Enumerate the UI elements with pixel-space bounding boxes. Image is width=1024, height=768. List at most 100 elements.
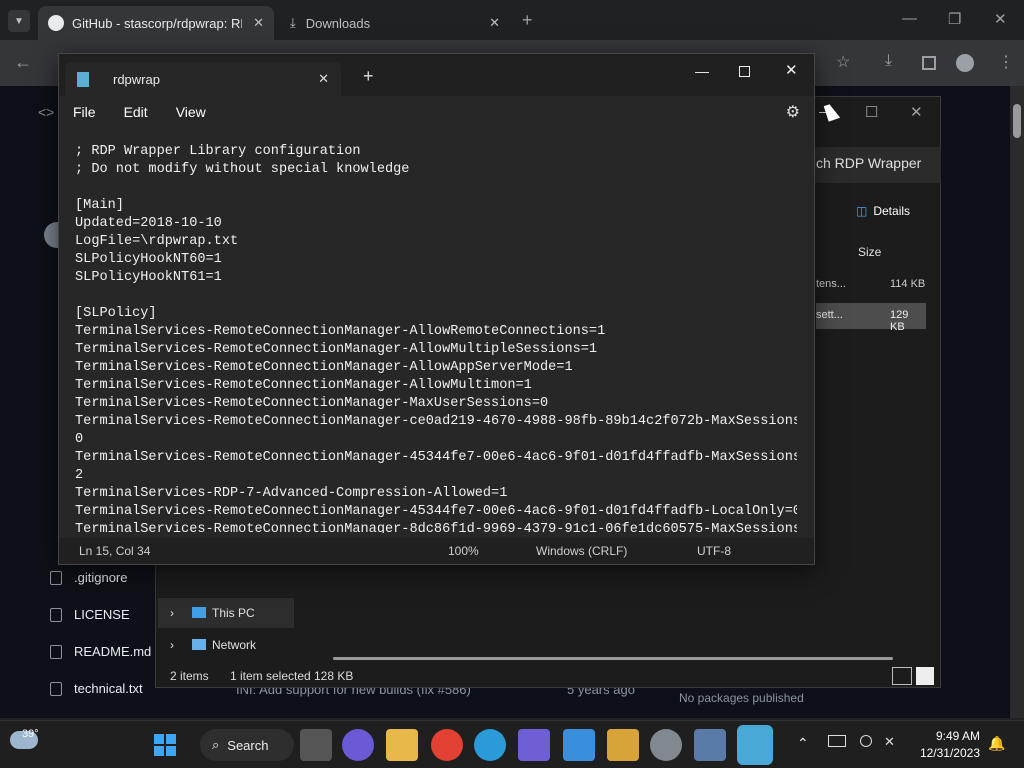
encoding: UTF-8 bbox=[697, 544, 731, 558]
tab-downloads[interactable]: ⤓ Downloads ✕ bbox=[280, 6, 510, 40]
minimize-button[interactable]: — bbox=[695, 63, 709, 79]
notepad-status-bar: Ln 15, Col 34 100% Windows (CRLF) UTF-8 bbox=[59, 538, 814, 564]
network-icon bbox=[192, 639, 206, 650]
profile-icon[interactable] bbox=[956, 54, 974, 72]
notepad-taskbar-icon[interactable] bbox=[737, 725, 773, 765]
menu-edit[interactable]: Edit bbox=[124, 104, 148, 120]
chevron-right-icon: › bbox=[170, 638, 174, 652]
details-label: Details bbox=[873, 204, 911, 218]
tiles-view-icon[interactable] bbox=[916, 667, 934, 685]
edge-icon[interactable] bbox=[474, 729, 506, 761]
line-ending: Windows (CRLF) bbox=[536, 544, 628, 558]
chrome-icon[interactable] bbox=[431, 729, 463, 761]
maximize-button[interactable]: ☐ bbox=[865, 103, 878, 121]
back-icon[interactable]: ← bbox=[14, 52, 32, 73]
search-label: Search bbox=[227, 737, 269, 753]
copilot-icon[interactable] bbox=[518, 729, 550, 761]
notepad-titlebar: rdpwrap ✕ + — ✕ bbox=[59, 54, 814, 96]
taskbar: 39° ⌕ Search ⌃ ✕ 9:49 AM 12/31/2023 🔔 bbox=[0, 720, 1024, 768]
close-icon[interactable]: ✕ bbox=[489, 15, 500, 31]
search-icon: ⌕ bbox=[212, 737, 220, 752]
file-row[interactable]: LICENSE bbox=[50, 607, 130, 622]
file-icon bbox=[50, 607, 62, 622]
wifi-icon[interactable] bbox=[860, 735, 872, 747]
store-icon[interactable] bbox=[607, 729, 639, 761]
network-icon[interactable] bbox=[828, 735, 846, 747]
menu-dots-icon[interactable]: ⋮ bbox=[998, 52, 1014, 72]
notepad-menu-bar: File Edit View ⚙ bbox=[59, 96, 814, 128]
details-button[interactable]: ◫ Details bbox=[856, 204, 910, 218]
bookmark-star-icon[interactable]: ☆ bbox=[836, 52, 850, 72]
size-column-header[interactable]: Size bbox=[858, 245, 881, 259]
file-icon bbox=[50, 681, 62, 696]
menu-file[interactable]: File bbox=[73, 104, 96, 120]
details-pane-icon: ◫ bbox=[856, 204, 868, 218]
code-icon: <> bbox=[38, 104, 55, 120]
nav-label: Network bbox=[212, 638, 257, 652]
file-name: tens... bbox=[816, 278, 846, 290]
notification-bell-icon[interactable]: 🔔 bbox=[988, 735, 1005, 752]
tab-search-icon[interactable]: ▼ bbox=[8, 10, 30, 32]
file-size: 114 KB bbox=[890, 278, 926, 290]
nav-item-this-pc[interactable]: › This PC bbox=[158, 598, 294, 628]
nav-label: This PC bbox=[212, 606, 255, 620]
file-row[interactable]: tens... 114 KB bbox=[816, 273, 926, 297]
tab-github[interactable]: GitHub - stascorp/rdpwrap: RD ✕ bbox=[38, 6, 274, 40]
details-view-icon[interactable] bbox=[892, 667, 912, 685]
item-count: 2 items bbox=[170, 669, 209, 683]
file-size: 129 KB bbox=[890, 309, 909, 333]
github-icon bbox=[48, 15, 64, 31]
close-button[interactable]: ✕ bbox=[910, 103, 923, 121]
clock-time[interactable]: 9:49 AM bbox=[932, 729, 980, 743]
sidepanel-icon[interactable] bbox=[922, 56, 936, 70]
chevron-up-icon[interactable]: ⌃ bbox=[797, 735, 809, 752]
scrollbar-thumb[interactable] bbox=[1013, 104, 1021, 138]
file-name: .gitignore bbox=[74, 570, 128, 585]
tab-label: GitHub - stascorp/rdpwrap: RD bbox=[72, 15, 242, 31]
file-row[interactable]: .gitignore bbox=[50, 570, 127, 585]
clock-date[interactable]: 12/31/2023 bbox=[914, 746, 980, 760]
download-icon: ⤓ bbox=[290, 15, 296, 30]
settings-icon[interactable] bbox=[650, 729, 682, 761]
download-icon[interactable]: ⤓ bbox=[885, 52, 892, 70]
close-tab-icon[interactable]: ✕ bbox=[318, 71, 329, 87]
packages-text: No packages published bbox=[679, 691, 804, 705]
mail-icon[interactable] bbox=[563, 729, 595, 761]
tab-title: rdpwrap bbox=[113, 71, 160, 87]
teams-chat-icon[interactable] bbox=[342, 729, 374, 761]
notepad-icon bbox=[77, 71, 89, 87]
close-window-button[interactable]: ✕ bbox=[785, 61, 798, 79]
menu-view[interactable]: View bbox=[176, 104, 206, 120]
file-name: LICENSE bbox=[74, 607, 130, 622]
task-view-icon[interactable] bbox=[300, 729, 332, 761]
close-window-button[interactable]: ✕ bbox=[994, 10, 1007, 28]
text-editor[interactable]: ; RDP Wrapper Library configuration ; Do… bbox=[75, 143, 797, 533]
file-name: README.md bbox=[74, 644, 152, 659]
selection-count: 1 item selected bbox=[230, 669, 311, 683]
weather-temp: 39° bbox=[22, 728, 39, 740]
page-scrollbar[interactable] bbox=[1010, 86, 1024, 718]
minimize-button[interactable]: — bbox=[902, 10, 917, 27]
file-explorer-icon[interactable] bbox=[386, 729, 418, 761]
tab-label: Downloads bbox=[305, 15, 371, 31]
chrome-tab-strip: ▼ GitHub - stascorp/rdpwrap: RD ✕ ⤓ Down… bbox=[0, 0, 1024, 40]
maximize-button[interactable] bbox=[739, 66, 750, 77]
file-icon bbox=[50, 644, 62, 659]
close-icon[interactable]: ✕ bbox=[253, 15, 264, 31]
search-button[interactable]: ⌕ Search bbox=[200, 729, 294, 761]
restore-button[interactable]: ❐ bbox=[948, 10, 961, 28]
start-button[interactable] bbox=[149, 729, 181, 761]
selection-size: 128 KB bbox=[314, 669, 354, 683]
notepad-tab[interactable]: rdpwrap ✕ bbox=[65, 62, 341, 96]
file-row-selected[interactable]: sett... 129 KB bbox=[816, 303, 926, 333]
horizontal-scrollbar[interactable] bbox=[333, 657, 893, 660]
volume-muted-icon[interactable]: ✕ bbox=[884, 734, 895, 750]
file-name: technical.txt bbox=[74, 681, 143, 696]
file-row[interactable]: README.md bbox=[50, 644, 151, 659]
remote-desktop-icon[interactable] bbox=[694, 729, 726, 761]
settings-gear-icon[interactable]: ⚙ bbox=[786, 102, 800, 122]
new-tab-button[interactable]: + bbox=[522, 10, 533, 31]
nav-item-network[interactable]: › Network bbox=[158, 630, 294, 660]
new-tab-button[interactable]: + bbox=[363, 66, 374, 87]
file-row[interactable]: technical.txt bbox=[50, 681, 143, 696]
